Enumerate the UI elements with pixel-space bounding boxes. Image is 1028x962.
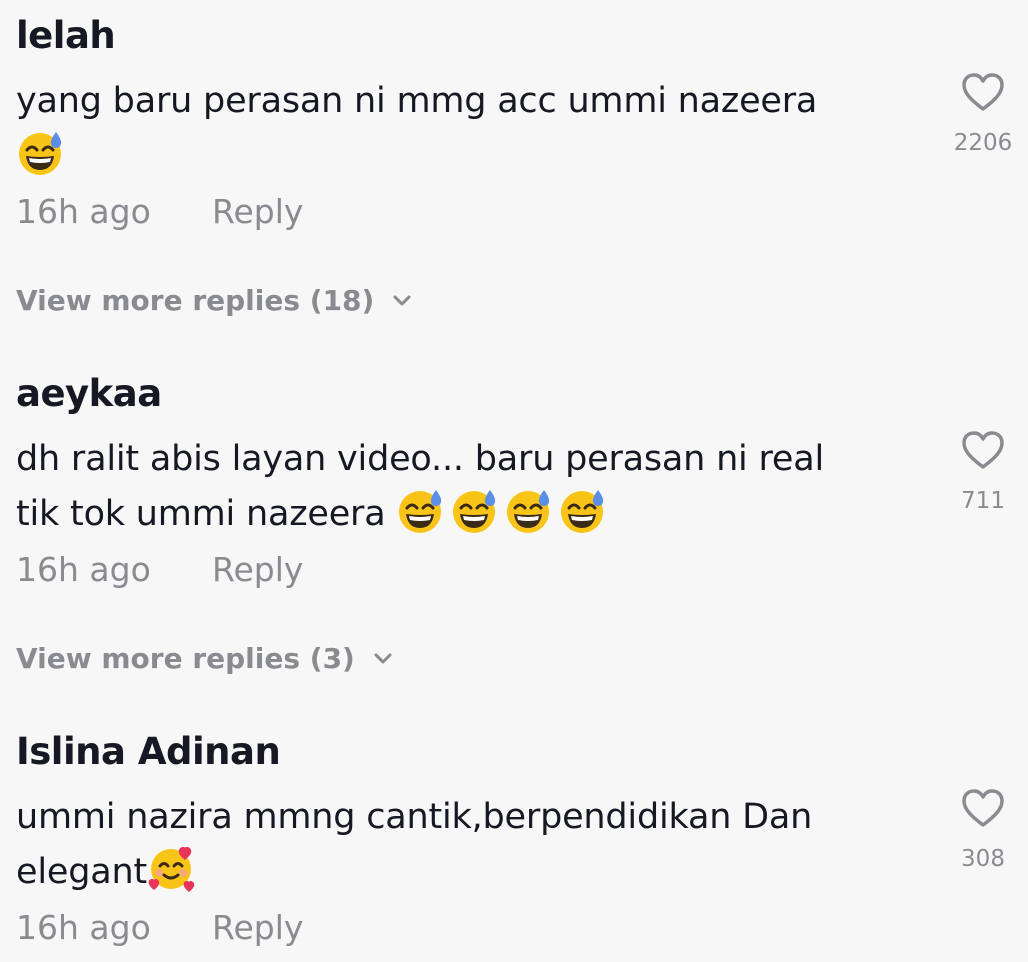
like-count: 711 <box>961 488 1005 514</box>
view-more-replies-label: View more replies (18) <box>16 284 375 317</box>
like-count: 308 <box>961 846 1005 872</box>
comment-text-line1: ummi nazira mmng cantik,berpendidikan Da… <box>16 797 813 837</box>
heart-outline-icon <box>961 72 1005 112</box>
comment-username[interactable]: lelah <box>16 14 116 57</box>
comment-text: ummi nazira mmng cantik,berpendidikan Da… <box>16 790 916 900</box>
comment-username[interactable]: aeykaa <box>16 372 162 415</box>
comment-text: dh ralit abis layan video... baru perasa… <box>16 432 916 542</box>
comment-meta: 16h ago Reply <box>16 908 303 947</box>
like-button[interactable]: 308 <box>938 788 1028 872</box>
comment-text-line2: tik tok ummi nazeera <box>16 494 386 534</box>
view-more-replies-button[interactable]: View more replies (3) <box>16 642 393 675</box>
like-count: 2206 <box>953 130 1013 156</box>
comment-timestamp: 16h ago <box>16 908 151 947</box>
heart-outline-icon <box>961 430 1005 470</box>
view-more-replies-button[interactable]: View more replies (18) <box>16 284 412 317</box>
smiling-face-with-hearts-emoji <box>147 845 195 893</box>
grinning-sweat-emoji <box>396 487 444 535</box>
comment-meta: 16h ago Reply <box>16 192 303 231</box>
reply-button[interactable]: Reply <box>212 192 303 231</box>
comment-username[interactable]: Islina Adinan <box>16 730 281 773</box>
comment-text-body: yang baru perasan ni mmg acc ummi nazeer… <box>16 81 818 121</box>
comment-text-line1: dh ralit abis layan video... baru perasa… <box>16 439 825 479</box>
heart-outline-icon <box>961 788 1005 828</box>
reply-button[interactable]: Reply <box>212 550 303 589</box>
like-button[interactable]: 2206 <box>938 72 1028 156</box>
view-more-replies-label: View more replies (3) <box>16 642 355 675</box>
grinning-sweat-emoji <box>16 129 64 177</box>
reply-button[interactable]: Reply <box>212 908 303 947</box>
chevron-down-icon <box>392 294 412 308</box>
comment-timestamp: 16h ago <box>16 192 151 231</box>
comment-list: lelah yang baru perasan ni mmg acc ummi … <box>0 0 1028 962</box>
comment-text: yang baru perasan ni mmg acc ummi nazeer… <box>16 74 916 184</box>
comment-timestamp: 16h ago <box>16 550 151 589</box>
comment-meta: 16h ago Reply <box>16 550 303 589</box>
comment-text-line2: elegant <box>16 852 147 892</box>
grinning-sweat-emoji <box>504 487 552 535</box>
chevron-down-icon <box>373 652 393 666</box>
grinning-sweat-emoji <box>450 487 498 535</box>
grinning-sweat-emoji <box>558 487 606 535</box>
like-button[interactable]: 711 <box>938 430 1028 514</box>
